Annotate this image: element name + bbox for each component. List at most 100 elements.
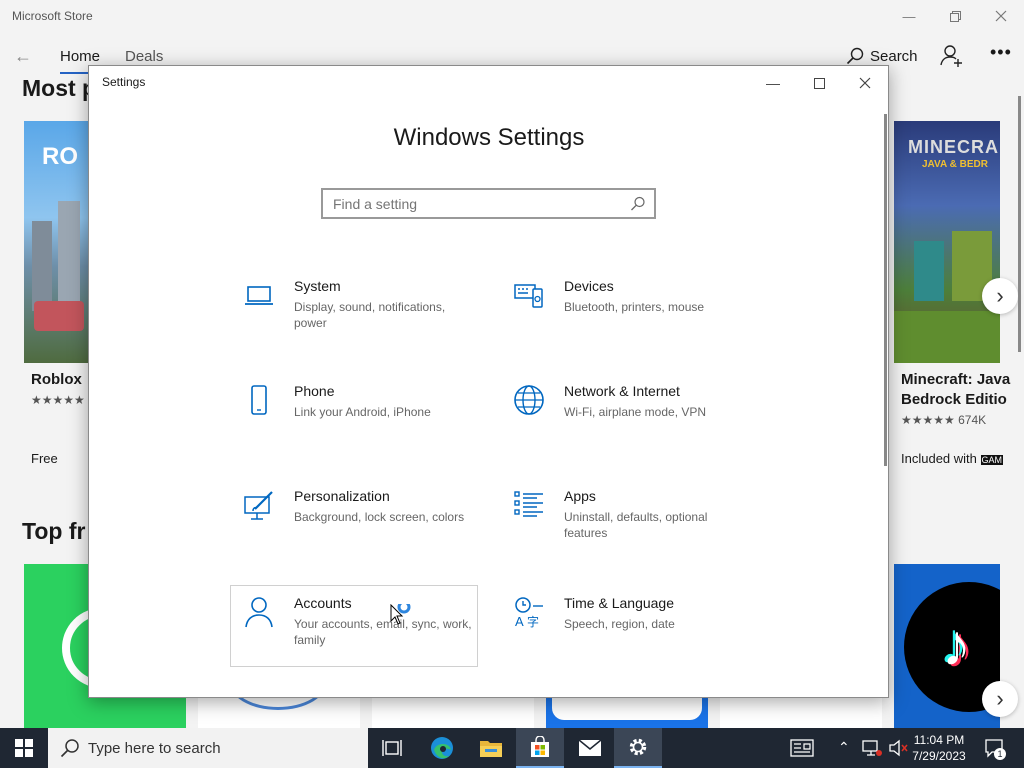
gear-icon	[629, 738, 647, 756]
settings-maximize-button[interactable]	[796, 70, 842, 96]
clock-time: 11:04 PM	[913, 733, 965, 747]
store-minimize-button[interactable]: —	[886, 0, 932, 32]
settings-item-personalization-desc: Background, lock screen, colors	[294, 510, 465, 524]
settings-heading: Windows Settings	[393, 124, 585, 151]
close-icon	[859, 77, 871, 89]
settings-search-input[interactable]	[323, 190, 613, 217]
settings-taskbar-button[interactable]	[614, 728, 662, 768]
mouse-cursor-busy-icon	[390, 600, 416, 633]
settings-item-apps-name: Apps	[564, 488, 596, 504]
svg-text:字: 字	[527, 614, 539, 628]
settings-item-network-desc: Wi-Fi, airplane mode, VPN	[564, 405, 707, 419]
taskbar-search-text: Type here to search	[88, 739, 221, 757]
windows-logo-icon	[15, 739, 33, 757]
card-rating-minecraft: ★★★★★ 674K	[901, 413, 987, 427]
settings-item-devices[interactable]: Devices Bluetooth, printers, mouse	[500, 268, 748, 350]
laptop-icon	[245, 286, 273, 305]
settings-item-system[interactable]: System Display, sound, notifications, po…	[230, 268, 478, 350]
mail-icon	[578, 739, 602, 756]
carousel-next-button[interactable]: ›	[982, 278, 1018, 314]
store-window-title: Microsoft Store	[12, 9, 93, 23]
start-button[interactable]	[0, 728, 48, 768]
settings-item-accounts-desc: Your accounts, email, sync, work, family	[294, 617, 472, 647]
card-title-roblox[interactable]: Roblox	[31, 371, 82, 388]
globe-icon	[514, 385, 544, 415]
card-price-minecraft-text: Included with	[901, 451, 977, 466]
search-icon	[846, 47, 864, 65]
settings-item-network[interactable]: Network & Internet Wi-Fi, airplane mode,…	[500, 373, 748, 455]
settings-item-apps-desc: Uninstall, defaults, optional features	[564, 510, 708, 540]
svg-text:A: A	[515, 614, 524, 628]
news-widget-icon[interactable]	[790, 739, 814, 762]
devices-icon	[514, 284, 543, 308]
edge-icon	[431, 737, 453, 759]
chevron-up-icon[interactable]: ⌃	[838, 739, 850, 756]
settings-item-time-language-name: Time & Language	[564, 595, 674, 611]
clock-date: 7/29/2023	[912, 749, 966, 763]
tab-deals[interactable]: Deals	[125, 48, 163, 65]
person-icon	[245, 597, 273, 628]
store-search-label: Search	[870, 47, 918, 65]
store-close-button[interactable]	[978, 0, 1024, 32]
restore-icon	[949, 10, 961, 22]
minecraft-tile-image[interactable]: MINECRA JAVA & BEDR	[894, 121, 1000, 363]
settings-item-personalization-name: Personalization	[294, 488, 390, 504]
mail-taskbar-button[interactable]	[566, 728, 614, 768]
settings-window: Settings — Windows Settings System Displ…	[88, 65, 889, 698]
folder-icon	[480, 741, 502, 757]
settings-item-accounts-name: Accounts	[294, 595, 352, 611]
notification-center-button[interactable]: 1	[980, 728, 1010, 768]
settings-item-phone-desc: Link your Android, iPhone	[294, 405, 431, 419]
search-icon	[60, 739, 79, 758]
card-price-roblox: Free	[31, 451, 58, 466]
more-options-icon[interactable]: •••	[990, 42, 1012, 63]
store-bag-icon	[531, 736, 549, 757]
close-icon	[995, 10, 1007, 22]
store-scrollbar[interactable]	[1018, 96, 1021, 352]
volume-muted-icon[interactable]	[888, 739, 908, 762]
maximize-icon	[813, 77, 825, 89]
settings-item-system-name: System	[294, 278, 341, 294]
settings-item-personalization[interactable]: Personalization Background, lock screen,…	[230, 478, 478, 560]
settings-scrollbar[interactable]	[884, 114, 887, 466]
task-view-button[interactable]	[368, 728, 416, 768]
settings-item-time-language-desc: Speech, region, date	[564, 617, 675, 631]
card-title-minecraft[interactable]: Minecraft: Java	[901, 371, 1010, 388]
taskbar-clock[interactable]: 11:04 PM 7/29/2023	[908, 732, 970, 764]
settings-item-devices-desc: Bluetooth, printers, mouse	[564, 300, 705, 314]
edge-taskbar-button[interactable]	[418, 728, 466, 768]
section-heading-top: Top fr	[22, 518, 86, 544]
search-icon	[631, 196, 645, 211]
tab-home[interactable]: Home	[60, 48, 100, 65]
card-rating-roblox: ★★★★★	[31, 393, 85, 407]
settings-close-button[interactable]	[842, 70, 888, 96]
roblox-tile-image[interactable]: RO	[24, 121, 88, 363]
settings-item-phone[interactable]: Phone Link your Android, iPhone	[230, 373, 478, 455]
settings-item-accounts[interactable]: Accounts Your accounts, email, sync, wor…	[230, 585, 478, 667]
settings-item-time-language[interactable]: A字 Time & Language Speech, region, date	[500, 585, 748, 667]
paintbrush-icon	[244, 491, 273, 520]
settings-item-system-desc: Display, sound, notifications, power	[294, 300, 446, 330]
account-icon[interactable]	[940, 44, 964, 73]
back-arrow-icon[interactable]: ←	[14, 46, 32, 67]
apps-list-icon	[514, 491, 543, 517]
settings-item-devices-name: Devices	[564, 278, 614, 294]
settings-item-apps[interactable]: Apps Uninstall, defaults, optional featu…	[500, 478, 748, 560]
task-view-icon	[382, 740, 402, 756]
settings-window-title: Settings	[102, 75, 146, 89]
notification-count-badge: 1	[994, 748, 1006, 760]
store-taskbar-button[interactable]	[516, 728, 564, 768]
phone-icon	[251, 385, 267, 415]
file-explorer-taskbar-button[interactable]	[467, 728, 515, 768]
taskbar-search-box[interactable]: Type here to search	[48, 728, 368, 768]
settings-search-box[interactable]	[321, 188, 656, 219]
store-restore-button[interactable]	[932, 0, 978, 32]
network-icon[interactable]	[862, 739, 882, 762]
store-search-button[interactable]: Search	[846, 47, 918, 65]
card-title-minecraft-line2[interactable]: Bedrock Editio	[901, 391, 1007, 408]
carousel-next-button-2[interactable]: ›	[982, 681, 1018, 717]
settings-item-network-name: Network & Internet	[564, 383, 680, 399]
gamepass-badge: GAM	[980, 455, 1004, 465]
settings-minimize-button[interactable]: —	[750, 70, 796, 96]
section-heading-most: Most p	[22, 75, 97, 101]
